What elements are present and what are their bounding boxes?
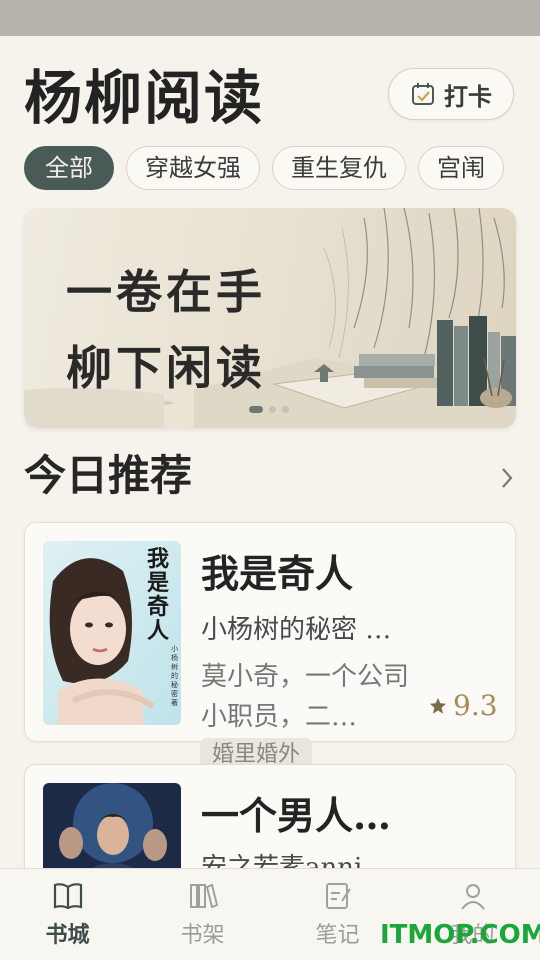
book-title: 我是奇人 xyxy=(201,551,354,596)
calendar-check-icon xyxy=(412,83,434,105)
tab-all[interactable]: 全部 xyxy=(24,146,114,190)
star-icon xyxy=(429,697,447,714)
app-title: 杨柳阅读 xyxy=(24,64,265,132)
banner-dot xyxy=(249,406,263,413)
nav-label: 笔记 xyxy=(315,923,360,948)
banner-line-1: 一卷在手 xyxy=(66,265,266,319)
rating-value: 9.3 xyxy=(453,689,498,722)
banner-dot xyxy=(269,406,276,413)
nav-label: 书城 xyxy=(45,922,90,948)
book-author: 小杨树的秘密 … xyxy=(201,615,392,645)
book-description: 莫小奇，一个公司小职员，二… xyxy=(201,662,410,732)
bookshelf-icon xyxy=(189,883,218,909)
chevron-right-icon[interactable] xyxy=(500,466,514,490)
tab-rebirth-revenge[interactable]: 重生复仇 xyxy=(272,146,406,190)
book-open-icon xyxy=(53,883,82,910)
category-tabs: 全部 穿越女强 重生复仇 宫闱 xyxy=(24,146,516,192)
book-card[interactable]: 我是奇人 小杨树的秘密 著 我是奇人 小杨树的秘密 … 莫小奇，一个公司小职员，… xyxy=(24,522,516,742)
note-edit-icon xyxy=(325,883,351,909)
watermark: ITMOP.COM xyxy=(380,920,540,950)
checkin-label: 打卡 xyxy=(444,81,492,111)
tab-palace[interactable]: 宫闱 xyxy=(418,146,504,190)
banner-pagination xyxy=(249,406,289,413)
promo-banner[interactable]: 一卷在手 柳下闲读 xyxy=(24,208,516,428)
nav-label: 书架 xyxy=(180,923,225,948)
checkin-button[interactable]: 打卡 xyxy=(388,68,514,120)
nav-bookshelf[interactable]: 书架 xyxy=(135,869,270,960)
book-rating: 9.3 xyxy=(429,689,498,722)
cover-title: 我是奇人 xyxy=(147,546,170,644)
status-bar xyxy=(0,0,540,36)
section-title-recommend: 今日推荐 xyxy=(24,451,193,500)
banner-line-2: 柳下闲读 xyxy=(66,341,266,395)
book-cover: 我是奇人 小杨树的秘密 著 xyxy=(43,541,181,725)
book-title: 一个男人… xyxy=(201,793,392,838)
banner-dot xyxy=(282,406,289,413)
tab-time-travel[interactable]: 穿越女强 xyxy=(126,146,260,190)
cover-author: 小杨树的秘密 著 xyxy=(171,645,178,707)
user-icon xyxy=(460,884,485,910)
nav-bookstore[interactable]: 书城 xyxy=(0,869,135,960)
